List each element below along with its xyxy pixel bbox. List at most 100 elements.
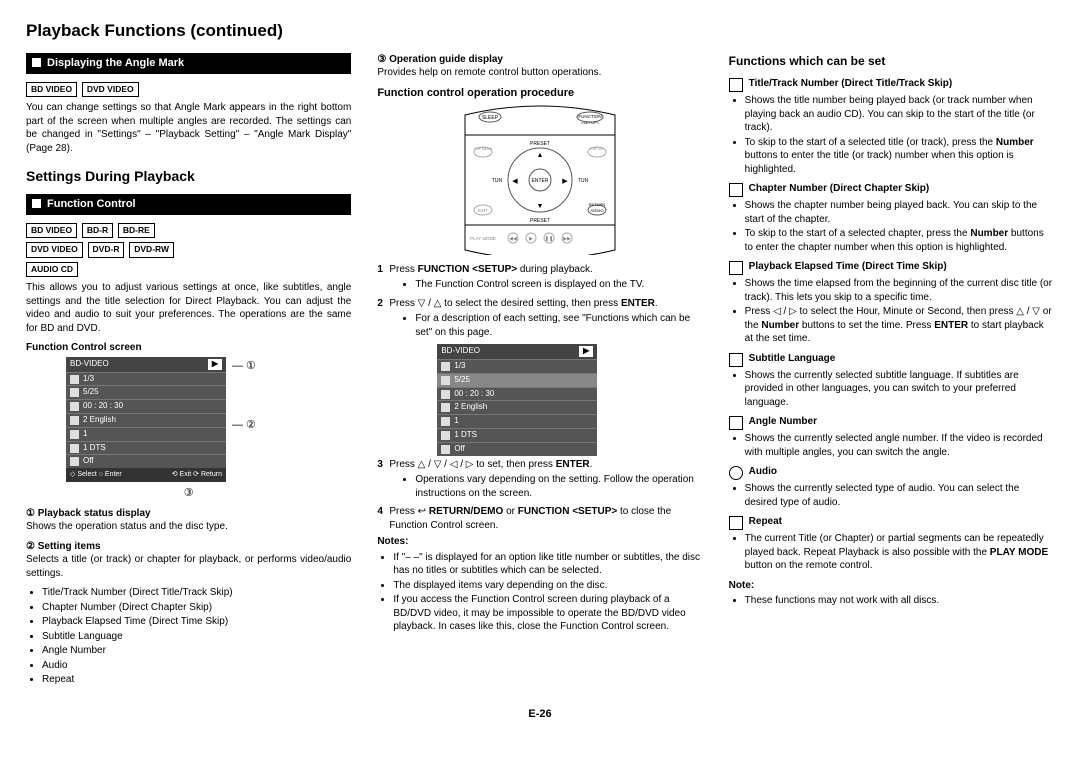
- svg-text:▲: ▲: [537, 152, 544, 159]
- s3a: Press △ / ▽ / ◁ / ▷ to set, then press: [389, 459, 555, 470]
- li-3: Subtitle Language: [42, 630, 351, 644]
- angle-icon: [729, 416, 743, 430]
- sr6: 1 DTS: [83, 443, 106, 454]
- function-control-screen-image-2: BD-VIDEO▶ 1/3 5/25 00 : 20 : 30 2 Englis…: [437, 344, 597, 455]
- bar-angle-mark: Displaying the Angle Mark: [26, 53, 351, 74]
- notes-title: Notes:: [377, 535, 702, 549]
- note3: If you access the Function Control scree…: [393, 593, 702, 634]
- elapsed-icon: [729, 261, 743, 275]
- s3b: ENTER: [556, 459, 590, 470]
- fn3-b1: Shows the currently selected subtitle la…: [745, 369, 1054, 410]
- svg-text:FUNCTION: FUNCTION: [578, 114, 601, 119]
- label-bd-video2: BD VIDEO: [26, 223, 77, 238]
- fn5-title: Audio: [749, 465, 777, 479]
- svg-text:SLEEP: SLEEP: [482, 115, 499, 121]
- fc-screen-title: Function Control screen: [26, 341, 351, 355]
- fn4-b1: Shows the currently selected angle numbe…: [745, 432, 1054, 459]
- fn2-title: Playback Elapsed Time (Direct Time Skip): [749, 260, 947, 274]
- sr3: 00 : 20 : 30: [83, 401, 123, 412]
- fc-labels-row3: AUDIO CD: [26, 262, 351, 281]
- s3c: .: [590, 459, 593, 470]
- label-bd-re: BD-RE: [118, 223, 155, 238]
- svg-text:PRESET: PRESET: [530, 218, 550, 224]
- fn-repeat: Repeat: [729, 515, 1054, 529]
- s2r5: 1: [454, 416, 458, 427]
- col3-note-title: Note:: [729, 579, 1054, 593]
- s4a: Press: [389, 506, 417, 517]
- step-2: 2 Press ▽ / △ to select the desired sett…: [377, 297, 702, 342]
- bar-angle-mark-text: Displaying the Angle Mark: [47, 57, 184, 69]
- s2r3: 00 : 20 : 30: [454, 389, 494, 400]
- title-track-icon: [729, 78, 743, 92]
- svg-text:POP-UP: POP-UP: [590, 147, 604, 151]
- s2bullet: For a description of each setting, see "…: [415, 312, 702, 339]
- column-2: ③ Operation guide display Provides help …: [377, 53, 702, 693]
- li-6: Repeat: [42, 673, 351, 687]
- bar-function-control-text: Function Control: [47, 198, 136, 210]
- s4d: FUNCTION <SETUP>: [518, 506, 617, 517]
- svg-text:TUN: TUN: [578, 178, 589, 184]
- remote-control-diagram: SLEEP FUNCTION <SETUP> ENTER ▲ ▼ ◀ ▶ PRE…: [435, 105, 645, 255]
- label-dvd-video: DVD VIDEO: [82, 82, 139, 97]
- ftr-select: Select: [77, 471, 96, 478]
- fn1-b1: Shows the chapter number being played ba…: [745, 199, 1054, 226]
- fn3-title: Subtitle Language: [749, 352, 836, 366]
- fn2-b2: Press ◁ / ▷ to select the Hour, Minute o…: [745, 305, 1054, 346]
- svg-text:❚❚: ❚❚: [545, 236, 553, 242]
- svg-text:ENTER: ENTER: [532, 178, 549, 184]
- label-audio-cd: AUDIO CD: [26, 262, 78, 277]
- svg-text:RETURN: RETURN: [589, 202, 606, 207]
- svg-text:◀◀: ◀◀: [509, 236, 517, 242]
- s4c: or: [503, 506, 517, 517]
- s2a: Press ▽ / △ to select the desired settin…: [389, 298, 621, 309]
- svg-text:PLAY MODE: PLAY MODE: [470, 236, 496, 241]
- svg-text:▶: ▶: [562, 178, 568, 185]
- sr1: 1/3: [83, 374, 94, 385]
- c3-body: Provides help on remote control button o…: [377, 66, 702, 80]
- fn1-b2: To skip to the start of a selected chapt…: [745, 227, 1054, 254]
- label-dvd-rw: DVD-RW: [129, 242, 174, 257]
- s2r1: 1/3: [454, 361, 465, 372]
- fn2-b1: Shows the time elapsed from the beginnin…: [745, 277, 1054, 304]
- c1-body: Shows the operation status and the disc …: [26, 520, 351, 534]
- fc-intro-text: This allows you to adjust various settin…: [26, 281, 351, 335]
- setting-items-list: Title/Track Number (Direct Title/Track S…: [26, 586, 351, 687]
- fc-labels-row1: BD VIDEO BD-R BD-RE: [26, 223, 351, 242]
- proc-title: Function control operation procedure: [377, 86, 702, 101]
- s1a: Press: [389, 264, 417, 275]
- subtitle-icon: [729, 353, 743, 367]
- s1bullet: The Function Control screen is displayed…: [415, 278, 702, 292]
- fn0-b1: Shows the title number being played back…: [745, 94, 1054, 135]
- fn5-b1: Shows the currently selected type of aud…: [745, 482, 1054, 509]
- svg-text:/DEMO: /DEMO: [590, 208, 603, 213]
- svg-text:<SETUP>: <SETUP>: [581, 120, 600, 125]
- s1b: FUNCTION <SETUP>: [418, 264, 517, 275]
- step-3: 3 Press △ / ▽ / ◁ / ▷ to set, then press…: [377, 458, 702, 503]
- ftr-exit: Exit: [180, 471, 192, 478]
- screen2-disc: BD-VIDEO: [441, 346, 480, 357]
- label-bd-r: BD-R: [82, 223, 113, 238]
- bar-function-control: Function Control: [26, 194, 351, 215]
- fn-audio: Audio: [729, 465, 1054, 479]
- s2r6: 1 DTS: [454, 430, 477, 441]
- callout-3: ③: [26, 486, 351, 501]
- s2c: .: [655, 298, 658, 309]
- fn0-b2: To skip to the start of a selected title…: [745, 136, 1054, 177]
- callout-2: — ②: [232, 418, 256, 433]
- fn-title-track: Title/Track Number (Direct Title/Track S…: [729, 77, 1054, 91]
- sr2: 5/25: [83, 387, 99, 398]
- fn6-title: Repeat: [749, 515, 782, 529]
- col3-note-body: These functions may not work with all di…: [745, 594, 1054, 608]
- ftr-return: Return: [201, 471, 222, 478]
- column-3: Functions which can be set Title/Track N…: [729, 53, 1054, 693]
- label-dvd-r: DVD-R: [88, 242, 125, 257]
- sr7: Off: [83, 456, 94, 467]
- fn-subtitle: Subtitle Language: [729, 352, 1054, 366]
- ftr-enter: Enter: [105, 471, 122, 478]
- chapter-icon: [729, 183, 743, 197]
- column-1: Displaying the Angle Mark BD VIDEO DVD V…: [26, 53, 351, 693]
- content-columns: Displaying the Angle Mark BD VIDEO DVD V…: [26, 53, 1054, 693]
- note2: The displayed items vary depending on th…: [393, 579, 702, 593]
- c3-title: ③ Operation guide display: [377, 53, 702, 67]
- label-bd-video: BD VIDEO: [26, 82, 77, 97]
